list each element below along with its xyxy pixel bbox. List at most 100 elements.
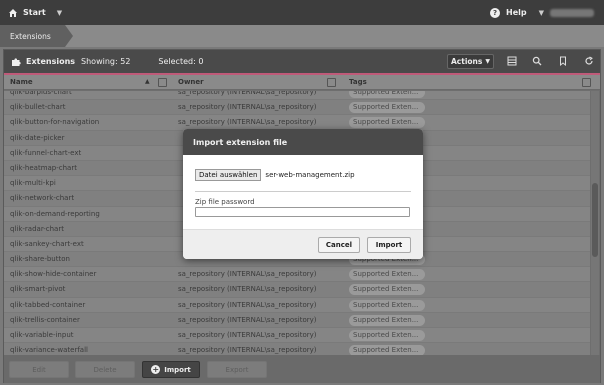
extension-name: qlik-trellis-container	[10, 315, 80, 324]
table-header: Name ▲ Owner Tags	[4, 75, 600, 90]
tag-badge: Supported Exten...	[349, 314, 425, 326]
tag-badge: Supported Exten...	[349, 299, 425, 311]
export-button[interactable]: Export	[207, 361, 267, 378]
breadcrumb: Extensions	[0, 25, 604, 47]
tag-badge: Supported Exten...	[349, 345, 425, 355]
refresh-icon[interactable]	[584, 56, 594, 66]
filter-icon[interactable]	[582, 78, 591, 87]
password-label: Zip file password	[195, 198, 255, 206]
cancel-label: Cancel	[325, 241, 353, 249]
breadcrumb-label: Extensions	[10, 31, 51, 41]
scrollbar-thumb[interactable]	[592, 183, 598, 257]
extension-name: qlik-barplus-chart	[10, 91, 72, 96]
dialog-footer: Cancel Import	[183, 229, 423, 259]
table-row[interactable]: qlik-smart-pivot sa_repository (INTERNAL\…	[4, 282, 590, 298]
extension-owner: sa_repository (INTERNAL\sa_repository)	[178, 91, 317, 96]
filter-icon[interactable]	[327, 78, 336, 87]
actions-label: Actions	[451, 57, 483, 66]
table-row[interactable]: qlik-variable-input sa_repository (INTERN…	[4, 328, 590, 344]
extension-owner: sa_repository (INTERNAL\sa_repository)	[178, 346, 317, 355]
page-title: Extensions	[26, 57, 76, 66]
import-button[interactable]: + Import	[142, 361, 200, 378]
bookmark-icon[interactable]	[558, 56, 568, 66]
extension-name: qlik-button-for-navigation	[10, 118, 100, 127]
edit-button[interactable]: Edit	[9, 361, 69, 378]
choose-file-button[interactable]: Datei auswählen	[195, 169, 262, 181]
export-label: Export	[225, 365, 249, 374]
column-header-tags[interactable]: Tags	[349, 78, 367, 86]
selected-count: Selected: 0	[158, 57, 204, 66]
plus-circle-icon: +	[151, 365, 161, 374]
tag-badge: Supported Exten...	[349, 91, 425, 98]
import-confirm-button[interactable]: Import	[367, 237, 411, 253]
extension-name: qlik-on-demand-reporting	[10, 209, 100, 218]
extension-name: qlik-heatmap-chart	[10, 163, 77, 172]
import-confirm-label: Import	[375, 241, 403, 249]
home-icon	[9, 8, 17, 17]
help-icon[interactable]: ?	[490, 7, 501, 18]
delete-button[interactable]: Delete	[75, 361, 135, 378]
delete-label: Delete	[93, 365, 117, 374]
dialog-header: Import extension file	[183, 129, 423, 155]
extension-owner: sa_repository (INTERNAL\sa_repository)	[178, 118, 317, 127]
file-name: ser-web-management.zip	[265, 171, 355, 179]
extension-owner: sa_repository (INTERNAL\sa_repository)	[178, 285, 317, 294]
tag-badge: Supported Exten...	[349, 284, 425, 296]
actions-button[interactable]: Actions ▼	[447, 54, 494, 69]
extension-name: qlik-smart-pivot	[10, 285, 66, 294]
caret-down-icon: ▼	[485, 58, 490, 65]
extension-name: qlik-show-hide-container	[10, 270, 97, 279]
start-label: Start	[23, 8, 46, 17]
filter-icon[interactable]	[158, 78, 167, 87]
column-header-name[interactable]: Name	[10, 78, 33, 86]
extension-name: qlik-share-button	[10, 255, 70, 264]
tag-badge: Supported Exten...	[349, 330, 425, 341]
extension-name: qlik-variable-input	[10, 331, 74, 339]
table-row[interactable]: qlik-tabbed-container sa_repository (INTE…	[4, 297, 590, 313]
sort-asc-icon[interactable]: ▲	[145, 78, 150, 85]
caret-down-icon: ▼	[56, 8, 63, 17]
table-row[interactable]: qlik-barplus-chart sa_repository (INTERNA…	[4, 91, 590, 101]
extension-name: qlik-multi-kpi	[10, 179, 56, 188]
extension-name: qlik-sankey-chart-ext	[10, 239, 84, 248]
table-row[interactable]: qlik-variance-waterfall sa_repository (IN…	[4, 343, 590, 355]
extension-owner: sa_repository (INTERNAL\sa_repository)	[178, 315, 317, 324]
extension-name: qlik-funnel-chart-ext	[10, 148, 82, 157]
file-chooser: Datei auswählen ser-web-management.zip	[195, 169, 355, 181]
edit-label: Edit	[32, 365, 46, 374]
scrollbar[interactable]	[591, 91, 599, 355]
start-menu[interactable]: Start ▼	[0, 8, 62, 18]
tag-badge: Supported Exten...	[349, 102, 425, 114]
puzzle-icon	[12, 57, 21, 66]
extension-name: qlik-variance-waterfall	[10, 346, 88, 355]
extension-owner: sa_repository (INTERNAL\sa_repository)	[178, 270, 317, 279]
column-header-owner[interactable]: Owner	[178, 78, 204, 86]
table-icon[interactable]	[507, 56, 517, 66]
top-bar: Start ▼ ? Help ▼	[0, 0, 604, 25]
help-label[interactable]: Help	[506, 8, 527, 17]
import-label: Import	[164, 365, 191, 374]
table-row[interactable]: qlik-show-hide-container sa_repository (I…	[4, 267, 590, 283]
tag-badge: Supported Exten...	[349, 117, 425, 129]
showing-count: Showing: 52	[81, 57, 131, 66]
cancel-button[interactable]: Cancel	[318, 237, 360, 253]
user-menu[interactable]	[550, 8, 594, 17]
password-input[interactable]	[195, 207, 410, 217]
extension-name: qlik-network-chart	[10, 194, 75, 203]
caret-down-icon[interactable]: ▼	[539, 9, 544, 17]
dialog-title: Import extension file	[193, 137, 288, 147]
extension-name: qlik-bullet-chart	[10, 103, 66, 112]
extension-owner: sa_repository (INTERNAL\sa_repository)	[178, 103, 317, 112]
extension-owner: sa_repository (INTERNAL\sa_repository)	[178, 331, 317, 339]
tag-badge: Supported Exten...	[349, 269, 425, 281]
panel-header: Extensions Showing: 52 Selected: 0 Actio…	[4, 50, 600, 73]
table-row[interactable]: qlik-trellis-container sa_repository (INT…	[4, 312, 590, 328]
breadcrumb-item-extensions[interactable]: Extensions	[0, 25, 73, 47]
table-row[interactable]: qlik-bullet-chart sa_repository (INTERNAL…	[4, 100, 590, 116]
panel-footer: Edit Delete + Import Export	[4, 355, 600, 383]
extension-owner: sa_repository (INTERNAL\sa_repository)	[178, 300, 317, 309]
extension-name: qlik-radar-chart	[10, 224, 64, 233]
import-extension-dialog: Import extension file Datei auswählen se…	[183, 129, 423, 259]
divider	[195, 191, 411, 192]
search-icon[interactable]	[532, 56, 542, 66]
